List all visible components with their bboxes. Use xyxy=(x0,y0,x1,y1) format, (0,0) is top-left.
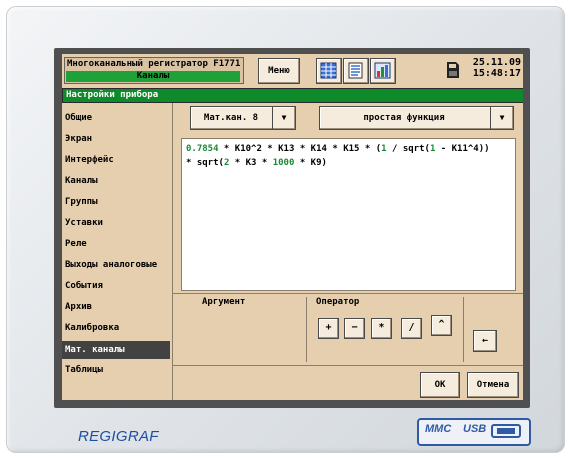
brand-logo: REGIGRAF xyxy=(78,428,159,445)
operator-plus-button[interactable]: + xyxy=(318,318,339,339)
mmc-usb-port: MMC USB xyxy=(417,418,531,446)
argument-label: Аргумент xyxy=(202,297,246,307)
chevron-down-icon: ▼ xyxy=(490,107,513,129)
list-icon[interactable] xyxy=(343,58,369,84)
section-title: Настройки прибора xyxy=(62,88,523,103)
mmc-label: MMC xyxy=(425,423,452,435)
sidebar-item-groups[interactable]: Группы xyxy=(65,193,170,211)
formula-editor[interactable]: 0.7854 * K10^2 * K13 * K14 * K15 * (1 / … xyxy=(181,138,516,291)
ok-button[interactable]: OK xyxy=(420,372,460,398)
sidebar-item-channels[interactable]: Каналы xyxy=(65,172,170,190)
cancel-button[interactable]: Отмена xyxy=(467,372,519,398)
formula-token: * xyxy=(261,144,279,154)
formula-line-2: * sqrt(2 * K3 * 1000 * K9) xyxy=(186,156,511,170)
datetime: 25.11.09 15:48:17 xyxy=(466,57,521,82)
usb-port-icon xyxy=(491,424,521,438)
device-screen: Многоканальный регистратор F1771 Каналы … xyxy=(62,54,523,400)
formula-token: * K3 * xyxy=(229,158,273,168)
formula-number: 1000 xyxy=(272,158,295,168)
sidebar-item-archive[interactable]: Архив xyxy=(65,298,170,316)
sidebar-item-tables[interactable]: Таблицы xyxy=(65,361,170,379)
memory-card-icon xyxy=(446,61,460,79)
sidebar-item-calibration[interactable]: Калибровка xyxy=(65,319,170,337)
device-title: Многоканальный регистратор F1771 xyxy=(67,59,241,69)
formula-token: / sqrt( xyxy=(386,144,430,154)
operator-divider xyxy=(463,297,464,362)
formula-number: 0.7854 xyxy=(186,144,219,154)
formula-token: * ( xyxy=(359,144,382,154)
formula-token: K10^2 xyxy=(234,144,262,154)
operator-multiply-button[interactable]: * xyxy=(371,318,392,339)
usb-label: USB xyxy=(463,423,487,435)
argument-divider xyxy=(306,297,307,362)
sidebar-item-math-channels[interactable]: Мат. каналы xyxy=(62,341,170,359)
formula-token: * K9) xyxy=(294,158,327,168)
device-subtitle: Каналы xyxy=(66,71,240,82)
chart-icon[interactable] xyxy=(370,58,396,84)
sidebar-item-interface[interactable]: Интерфейс xyxy=(65,151,170,169)
time-label: 15:48:17 xyxy=(472,68,521,79)
top-bar: Многоканальный регистратор F1771 Каналы … xyxy=(62,54,523,87)
sidebar-divider xyxy=(172,103,173,400)
channel-select-value: Мат.кан. 8 xyxy=(203,113,259,123)
backspace-button[interactable]: ← xyxy=(473,330,497,352)
formula-token: K15 xyxy=(343,144,360,154)
channel-select[interactable]: Мат.кан. 8 ▼ xyxy=(190,106,296,130)
formula-token: * sqrt( xyxy=(186,158,224,168)
formula-token: * xyxy=(218,144,235,154)
function-type-value: простая функция xyxy=(363,113,445,123)
formula-token: K14 xyxy=(310,144,327,154)
formula-token: * xyxy=(294,144,311,154)
formula-token: K13 xyxy=(278,144,295,154)
settings-sidebar: Общие Экран Интерфейс Каналы Группы Уста… xyxy=(62,103,172,400)
formula-token: - K11^4)) xyxy=(435,144,490,154)
date-label: 25.11.09 xyxy=(472,57,521,68)
operator-label: Оператор xyxy=(316,297,360,307)
operator-divide-button[interactable]: / xyxy=(401,318,422,339)
panel-divider-top xyxy=(173,293,523,294)
operator-minus-button[interactable]: − xyxy=(344,318,365,339)
sidebar-item-general[interactable]: Общие xyxy=(65,109,170,127)
sidebar-item-events[interactable]: События xyxy=(65,277,170,295)
chevron-down-icon: ▼ xyxy=(272,107,295,129)
table-icon[interactable] xyxy=(316,58,342,84)
function-type-select[interactable]: простая функция ▼ xyxy=(319,106,514,130)
formula-token: * xyxy=(326,144,344,154)
title-box: Многоканальный регистратор F1771 Каналы xyxy=(64,57,244,84)
menu-button[interactable]: Меню xyxy=(258,58,300,84)
panel-divider-bottom xyxy=(173,365,523,366)
sidebar-item-screen[interactable]: Экран xyxy=(65,130,170,148)
operator-power-button[interactable]: ^ xyxy=(431,315,452,336)
formula-line-1: 0.7854 * K10^2 * K13 * K14 * K15 * (1 / … xyxy=(186,142,511,156)
sidebar-item-analog-outputs[interactable]: Выходы аналоговые xyxy=(65,256,170,274)
sidebar-item-setpoints[interactable]: Уставки xyxy=(65,214,170,232)
sidebar-item-relays[interactable]: Реле xyxy=(65,235,170,253)
